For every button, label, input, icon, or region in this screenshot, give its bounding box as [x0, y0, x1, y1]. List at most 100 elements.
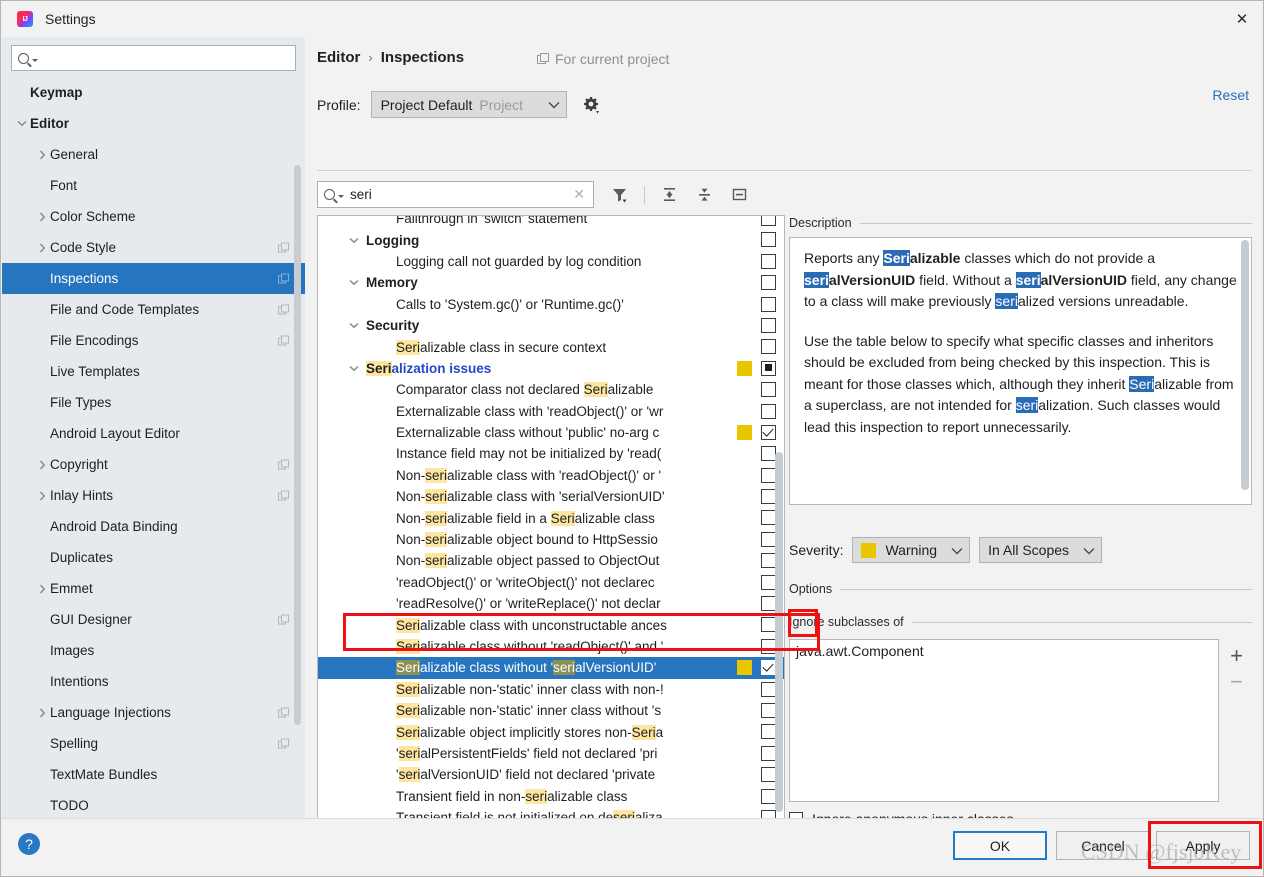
inspection-row[interactable]: 'readObject()' or 'writeObject()' not de…	[318, 572, 785, 593]
inspection-enable-checkbox[interactable]	[761, 215, 776, 226]
inspection-row[interactable]: Transient field in non-serializable clas…	[318, 786, 785, 807]
sidebar-item-language-injections[interactable]: Language Injections	[2, 697, 305, 728]
sidebar-item-spelling[interactable]: Spelling	[2, 728, 305, 759]
inspection-enable-checkbox[interactable]	[761, 789, 776, 804]
chevron-right-icon[interactable]	[34, 212, 50, 222]
inspection-row[interactable]: Non-serializable field in a Serializable…	[318, 507, 785, 528]
inspection-row[interactable]: Comparator class not declared Serializab…	[318, 379, 785, 400]
sidebar-item-textmate-bundles[interactable]: TextMate Bundles	[2, 759, 305, 790]
inspection-row[interactable]: Calls to 'System.gc()' or 'Runtime.gc()'	[318, 294, 785, 315]
chevron-down-icon[interactable]	[347, 229, 361, 250]
inspection-row[interactable]: 'readResolve()' or 'writeReplace()' not …	[318, 593, 785, 614]
add-button[interactable]: +	[1224, 643, 1250, 669]
ok-button[interactable]: OK	[953, 831, 1047, 860]
scope-combobox[interactable]: In All Scopes	[979, 537, 1102, 563]
close-icon[interactable]: ✕	[1219, 1, 1264, 37]
sidebar-item-android-layout-editor[interactable]: Android Layout Editor	[2, 418, 305, 449]
sidebar-search-input[interactable]	[43, 50, 289, 67]
chevron-down-icon[interactable]	[347, 272, 361, 293]
clear-search-icon[interactable]: ✕	[571, 186, 587, 203]
inspection-enable-checkbox[interactable]	[761, 746, 776, 761]
inspection-enable-checkbox[interactable]	[761, 510, 776, 525]
reset-link[interactable]: Reset	[1212, 87, 1249, 103]
chevron-down-icon[interactable]	[347, 315, 361, 336]
chevron-right-icon[interactable]	[34, 584, 50, 594]
chevron-right-icon[interactable]	[34, 243, 50, 253]
inspection-row[interactable]: Externalizable class with 'readObject()'…	[318, 401, 785, 422]
chevron-down-icon[interactable]	[14, 120, 30, 127]
inspection-enable-checkbox[interactable]	[761, 339, 776, 354]
sidebar-item-file-encodings[interactable]: File Encodings	[2, 325, 305, 356]
inspection-row[interactable]: Non-serializable class with 'readObject(…	[318, 465, 785, 486]
inspection-group-row[interactable]: Serialization issues	[318, 358, 785, 379]
inspection-enable-checkbox[interactable]	[761, 660, 776, 675]
chevron-right-icon[interactable]	[34, 491, 50, 501]
inspection-enable-checkbox[interactable]	[761, 596, 776, 611]
inspection-enable-checkbox[interactable]	[761, 318, 776, 333]
sidebar-item-todo[interactable]: TODO	[2, 790, 305, 821]
filter-icon[interactable]	[606, 182, 633, 208]
description-scrollbar[interactable]	[1241, 240, 1249, 490]
sidebar-item-code-style[interactable]: Code Style	[2, 232, 305, 263]
inspection-row[interactable]: Fallthrough in 'switch' statement	[318, 215, 785, 229]
inspection-enable-checkbox[interactable]	[761, 617, 776, 632]
inspection-enable-checkbox[interactable]	[761, 468, 776, 483]
sidebar-item-intentions[interactable]: Intentions	[2, 666, 305, 697]
sidebar-item-gui-designer[interactable]: GUI Designer	[2, 604, 305, 635]
profile-combobox[interactable]: Project Default Project	[371, 91, 567, 118]
inspection-enable-checkbox[interactable]	[761, 724, 776, 739]
chevron-right-icon[interactable]	[34, 708, 50, 718]
ignore-subclasses-list[interactable]: java.awt.Component	[789, 639, 1219, 802]
sidebar-item-duplicates[interactable]: Duplicates	[2, 542, 305, 573]
inspection-row[interactable]: Non-serializable object bound to HttpSes…	[318, 529, 785, 550]
inspection-enable-checkbox[interactable]	[761, 297, 776, 312]
sidebar-item-file-types[interactable]: File Types	[2, 387, 305, 418]
inspection-group-row[interactable]: Logging	[318, 229, 785, 250]
chevron-down-icon[interactable]	[347, 358, 361, 379]
sidebar-item-images[interactable]: Images	[2, 635, 305, 666]
inspection-row[interactable]: Serializable class with unconstructable …	[318, 614, 785, 635]
sidebar-item-live-templates[interactable]: Live Templates	[2, 356, 305, 387]
expand-all-icon[interactable]	[656, 182, 683, 208]
inspection-row[interactable]: Instance field may not be initialized by…	[318, 443, 785, 464]
chevron-right-icon[interactable]	[34, 460, 50, 470]
inspection-row[interactable]: 'serialPersistentFields' field not decla…	[318, 743, 785, 764]
inspection-enable-checkbox[interactable]	[761, 553, 776, 568]
group-by-icon[interactable]	[726, 182, 753, 208]
gear-icon[interactable]	[581, 95, 601, 115]
sidebar-item-color-scheme[interactable]: Color Scheme	[2, 201, 305, 232]
inspection-enable-checkbox[interactable]	[761, 361, 776, 376]
sidebar-item-inspections[interactable]: Inspections	[2, 263, 305, 294]
breadcrumb-parent[interactable]: Editor	[317, 49, 360, 66]
inspection-enable-checkbox[interactable]	[761, 703, 776, 718]
inspection-enable-checkbox[interactable]	[761, 446, 776, 461]
apply-button[interactable]: Apply	[1156, 831, 1250, 860]
inspection-group-row[interactable]: Security	[318, 315, 785, 336]
sidebar-item-editor[interactable]: Editor	[2, 108, 305, 139]
chevron-right-icon[interactable]	[34, 150, 50, 160]
sidebar-scrollbar[interactable]	[294, 165, 301, 725]
remove-button[interactable]: −	[1224, 669, 1250, 695]
inspection-search-box[interactable]: seri ✕	[317, 181, 594, 208]
help-icon[interactable]: ?	[18, 833, 40, 855]
inspection-group-row[interactable]: Memory	[318, 272, 785, 293]
inspection-enable-checkbox[interactable]	[761, 254, 776, 269]
inspection-enable-checkbox[interactable]	[761, 425, 776, 440]
inspection-row[interactable]: Serializable class without 'readObject()…	[318, 636, 785, 657]
inspection-enable-checkbox[interactable]	[761, 382, 776, 397]
cancel-button[interactable]: Cancel	[1056, 831, 1150, 860]
sidebar-item-font[interactable]: Font	[2, 170, 305, 201]
inspection-row[interactable]: Serializable non-'static' inner class wi…	[318, 700, 785, 721]
sidebar-item-copyright[interactable]: Copyright	[2, 449, 305, 480]
inspection-row[interactable]: Non-serializable object passed to Object…	[318, 550, 785, 571]
inspection-enable-checkbox[interactable]	[761, 639, 776, 654]
sidebar-item-keymap[interactable]: Keymap	[2, 77, 305, 108]
sidebar-item-emmet[interactable]: Emmet	[2, 573, 305, 604]
sidebar-search-box[interactable]	[11, 45, 296, 71]
inspection-row[interactable]: Serializable non-'static' inner class wi…	[318, 679, 785, 700]
inspection-enable-checkbox[interactable]	[761, 232, 776, 247]
sidebar-item-android-data-binding[interactable]: Android Data Binding	[2, 511, 305, 542]
inspection-enable-checkbox[interactable]	[761, 532, 776, 547]
inspection-row[interactable]: Serializable class in secure context	[318, 336, 785, 357]
inspection-enable-checkbox[interactable]	[761, 275, 776, 290]
